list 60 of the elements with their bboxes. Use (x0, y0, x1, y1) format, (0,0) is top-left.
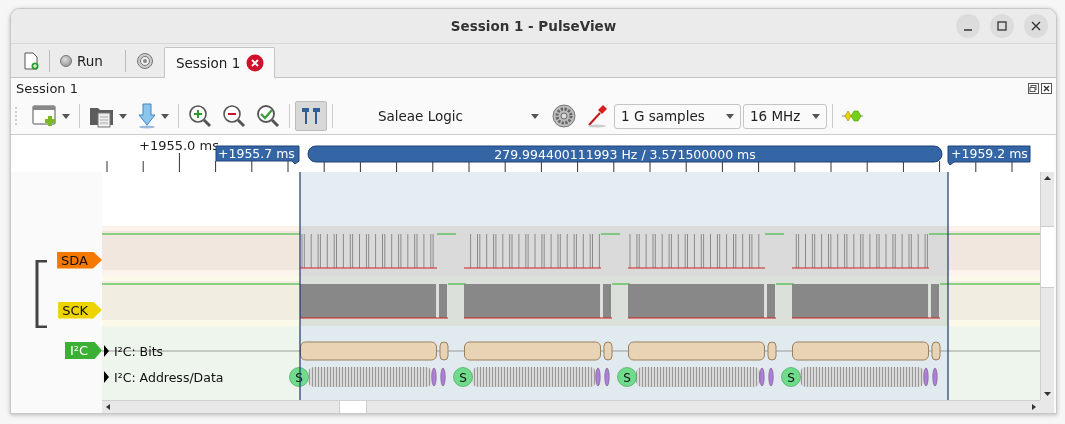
scroll-thumb[interactable] (1041, 226, 1054, 288)
zoom-in-icon[interactable] (188, 104, 212, 128)
gear-icon[interactable] (552, 104, 576, 128)
ack-annotation (768, 367, 774, 387)
vertical-scrollbar[interactable] (1040, 172, 1054, 400)
start-annotation: S (289, 367, 309, 387)
session-tab[interactable]: Session 1 (163, 47, 276, 78)
close-button[interactable] (1024, 14, 1048, 38)
bit-annotation (439, 341, 449, 361)
zoom-fit-icon[interactable] (256, 104, 280, 128)
start-annotation: S (453, 367, 473, 387)
sample-count-dropdown[interactable]: 1 G samples (614, 103, 741, 129)
cursor-span-label[interactable]: 279.994400111993 Hz / 3.571500000 ms (307, 145, 943, 163)
caret-icon (531, 113, 539, 119)
close-icon[interactable] (1041, 82, 1052, 94)
dock-title: Session 1 (16, 80, 78, 96)
decoder-row-label: I²C: Bits (114, 344, 164, 359)
minimize-button[interactable] (956, 14, 980, 38)
new-session-icon[interactable] (23, 51, 39, 70)
maximize-icon (997, 21, 1007, 31)
channel-label[interactable]: SCK (58, 301, 102, 319)
horizontal-scrollbar[interactable] (102, 400, 1040, 413)
group-bracket (35, 260, 49, 328)
scroll-thumb[interactable] (339, 401, 367, 413)
minimize-icon (963, 29, 973, 31)
ack-annotation (595, 367, 601, 387)
channel-label[interactable]: SDA (57, 251, 102, 269)
close-icon[interactable] (246, 54, 265, 72)
bit-annotation (603, 341, 613, 361)
cursor-toggle-button[interactable] (295, 101, 327, 131)
decoder-row-label: I²C: Address/Data (114, 370, 224, 385)
bit-annotation (767, 341, 777, 361)
window-add-icon (32, 104, 58, 128)
down-arrow-icon (137, 103, 157, 129)
expand-icon[interactable] (104, 345, 109, 357)
caret-icon (119, 113, 127, 119)
ack-annotation (932, 367, 938, 387)
maximize-button[interactable] (990, 14, 1014, 38)
target-icon[interactable] (135, 51, 154, 70)
caret-icon (62, 113, 70, 119)
zoom-out-icon[interactable] (222, 104, 246, 128)
ack-annotation (604, 367, 610, 387)
probe-icon[interactable] (586, 104, 608, 128)
caret-icon (812, 113, 820, 119)
ack-annotation (759, 367, 765, 387)
caret-icon (726, 113, 734, 119)
start-annotation: S (617, 367, 637, 387)
window-title: Session 1 - PulseView (450, 18, 617, 34)
start-annotation: S (781, 367, 801, 387)
caret-icon (161, 113, 169, 119)
expand-icon[interactable] (104, 371, 109, 383)
close-icon (1031, 21, 1041, 31)
ack-annotation (431, 367, 437, 387)
sample-rate-dropdown[interactable]: 16 MHz (743, 103, 827, 129)
bit-annotation (931, 341, 941, 361)
ack-annotation (440, 367, 446, 387)
run-button[interactable]: Run (54, 52, 121, 69)
cursor-pair-icon (301, 106, 321, 126)
float-icon[interactable] (1028, 82, 1039, 94)
ack-annotation (923, 367, 929, 387)
